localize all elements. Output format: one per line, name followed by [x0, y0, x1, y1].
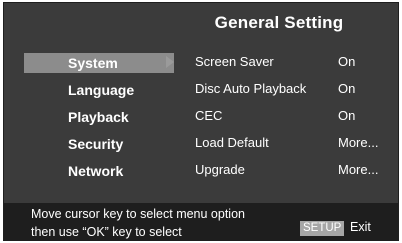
- help-footer: Move cursor key to select menu option th…: [4, 203, 398, 240]
- page-title: General Setting: [214, 13, 344, 32]
- option-value: On: [338, 54, 356, 69]
- exit-label: Exit: [350, 220, 371, 234]
- option-value: On: [338, 81, 356, 96]
- settings-screen: General Setting System Language Playback…: [3, 2, 399, 241]
- menu-item-language[interactable]: Language: [24, 80, 174, 100]
- setup-key-badge[interactable]: SETUP: [300, 221, 345, 236]
- menu-item-system[interactable]: System: [24, 53, 174, 73]
- help-text-line-2: then use “OK” key to select: [31, 225, 182, 239]
- option-label: Upgrade: [195, 162, 245, 177]
- arrow-right-icon: [166, 56, 174, 68]
- option-label: CEC: [195, 108, 223, 123]
- option-value: On: [338, 108, 356, 123]
- option-label: Load Default: [195, 135, 269, 150]
- option-value: More...: [338, 135, 379, 150]
- option-label: Disc Auto Playback: [195, 81, 307, 96]
- menu-item-network[interactable]: Network: [24, 161, 174, 181]
- option-value: More...: [338, 162, 379, 177]
- menu-item-playback[interactable]: Playback: [24, 107, 174, 127]
- help-text-line-1: Move cursor key to select menu option: [31, 207, 245, 221]
- menu-item-security[interactable]: Security: [24, 134, 174, 154]
- option-label: Screen Saver: [195, 54, 274, 69]
